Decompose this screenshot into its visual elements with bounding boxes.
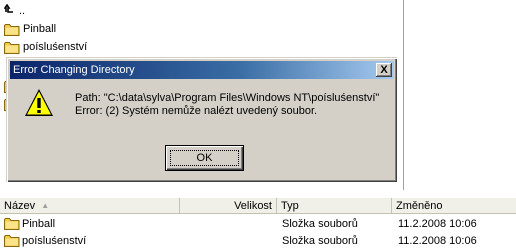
close-icon: X [380,63,388,76]
warning-icon [23,87,55,119]
file-list-pane[interactable]: Název ▲ Velikost Typ Změněno Pinball Slo… [0,198,516,251]
list-header: Název ▲ Velikost Typ Změněno [0,198,516,214]
file-type: Složka souborů [282,218,358,230]
file-modified: 11.2.2008 10:06 [398,235,477,247]
column-name-label: Název [4,199,36,212]
list-item[interactable]: Pinball Složka souborů 11.2.2008 10:06 [0,216,516,232]
column-header-type[interactable]: Typ [277,198,392,214]
file-name: Pinball [22,218,56,230]
column-header-size[interactable]: Velikost [180,198,277,214]
tree-item-pinball[interactable]: Pinball [4,21,56,37]
file-type: Složka souborů [282,235,358,247]
list-item[interactable]: poísluśenství Složka souborů 11.2.2008 1… [0,233,516,249]
focus-rect [170,150,239,166]
column-modified-label: Změněno [396,199,443,212]
error-dialog: Error Changing Directory X Path: "C:\dat… [6,57,397,182]
column-type-label: Typ [281,199,299,212]
folder-icon [4,41,20,54]
column-header-modified[interactable]: Změněno [392,198,516,214]
file-name: poísluśenství [22,235,87,247]
sort-ascending-icon: ▲ [41,201,50,210]
tree-item-up[interactable]: .. [4,3,25,19]
up-folder-icon [4,4,20,18]
folder-icon [4,23,20,36]
tree-item-prislusenstvi[interactable]: poísluśenství [4,39,87,55]
error-path-text: Path: "C:\data\sylva\Program Files\Windo… [75,92,380,104]
close-button[interactable]: X [376,63,392,77]
error-message-text: Error: (2) Systém nemůže nalézt uvedený … [75,105,318,117]
dialog-title: Error Changing Directory [13,64,135,76]
column-size-label: Velikost [234,199,272,212]
dialog-titlebar[interactable]: Error Changing Directory X [10,61,394,79]
folder-icon [4,234,20,247]
tree-item-label: poísluśenství [23,41,88,53]
file-modified: 11.2.2008 10:06 [398,218,477,230]
column-header-name[interactable]: Název ▲ [0,198,180,214]
tree-item-label: Pinball [23,23,57,35]
folder-icon [4,217,20,230]
ok-button[interactable]: OK [165,145,244,171]
